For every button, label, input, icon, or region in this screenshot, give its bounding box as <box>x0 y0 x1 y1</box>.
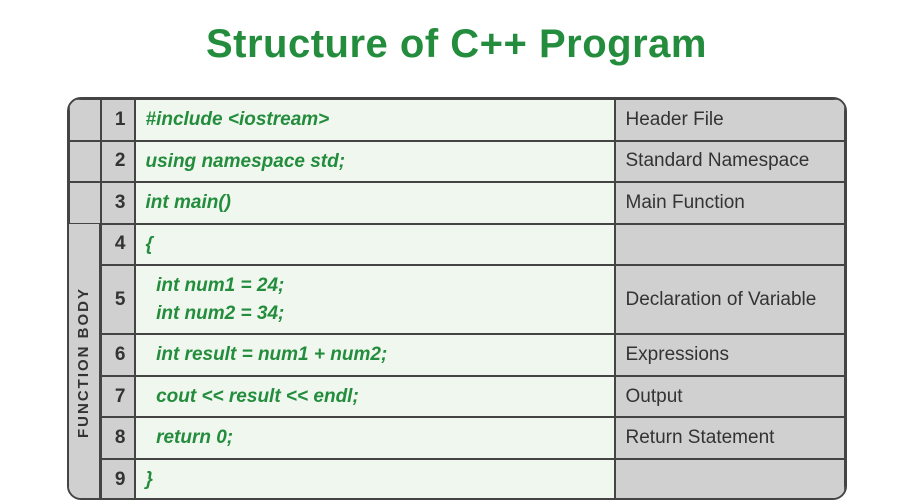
description-cell: Declaration of Variable <box>615 265 845 334</box>
code-cell: int num1 = 24; int num2 = 34; <box>135 265 615 334</box>
code-cell: int result = num1 + num2; <box>135 334 615 376</box>
description-cell: Header File <box>615 99 845 141</box>
line-number: 6 <box>101 334 135 376</box>
description-cell: Output <box>615 376 845 418</box>
description-cell: Main Function <box>615 182 845 224</box>
line-number: 4 <box>101 224 135 266</box>
description-cell: Standard Namespace <box>615 141 845 183</box>
line-number: 2 <box>101 141 135 183</box>
program-structure-table: 1#include <iostream>Header File 2using na… <box>67 97 847 500</box>
side-spacer <box>69 182 101 224</box>
code-cell: using namespace std; <box>135 141 615 183</box>
description-cell <box>615 224 845 266</box>
function-body-label: FUNCTION BODY <box>69 224 101 500</box>
code-cell: { <box>135 224 615 266</box>
code-cell: return 0; <box>135 417 615 459</box>
description-cell: Expressions <box>615 334 845 376</box>
code-cell: int main() <box>135 182 615 224</box>
line-number: 5 <box>101 265 135 334</box>
description-cell <box>615 459 845 500</box>
line-number: 8 <box>101 417 135 459</box>
description-cell: Return Statement <box>615 417 845 459</box>
side-spacer <box>69 141 101 183</box>
side-spacer <box>69 99 101 141</box>
line-number: 9 <box>101 459 135 500</box>
diagram-title: Structure of C++ Program <box>206 22 707 67</box>
code-cell: cout << result << endl; <box>135 376 615 418</box>
code-cell: #include <iostream> <box>135 99 615 141</box>
code-cell: } <box>135 459 615 500</box>
line-number: 7 <box>101 376 135 418</box>
line-number: 3 <box>101 182 135 224</box>
line-number: 1 <box>101 99 135 141</box>
